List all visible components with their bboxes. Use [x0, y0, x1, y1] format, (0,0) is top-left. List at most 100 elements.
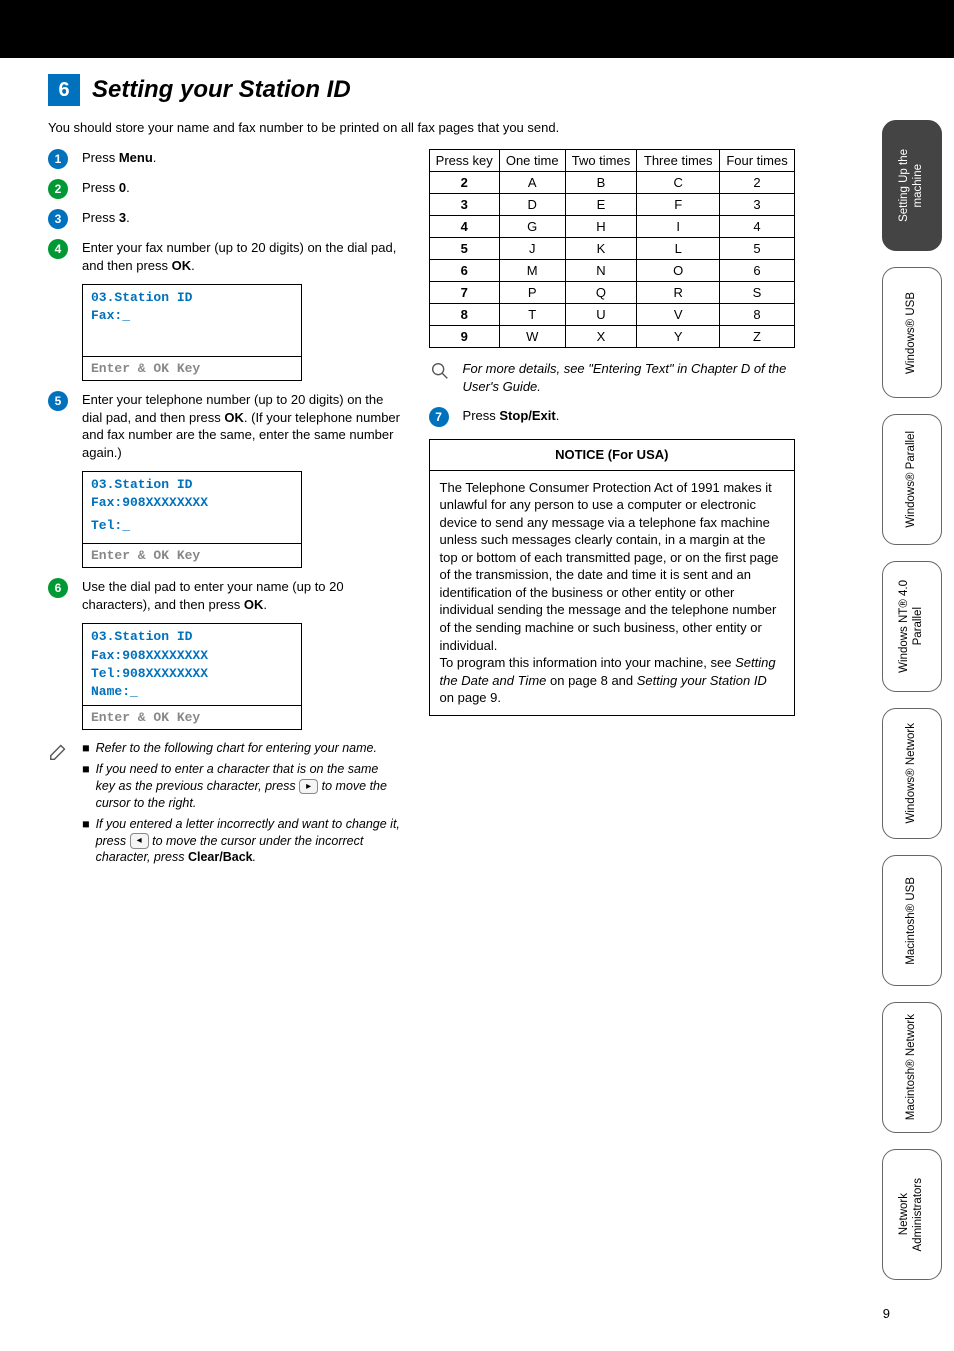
page-number: 9 [883, 1306, 890, 1321]
lcd-line: Tel:_ [91, 517, 293, 535]
table-row: 8TUV8 [429, 304, 794, 326]
step-bullet: 1 [48, 149, 68, 169]
table-cell: 8 [429, 304, 499, 326]
table-cell: H [565, 216, 637, 238]
intro-text: You should store your name and fax numbe… [48, 120, 795, 135]
notice-paragraph: To program this information into your ma… [440, 654, 784, 707]
step-text: Press [82, 150, 119, 165]
table-row: 6MNO6 [429, 260, 794, 282]
table-row: 2ABC2 [429, 172, 794, 194]
lcd-line: Name:_ [91, 683, 293, 701]
details-note: For more details, see "Entering Text" in… [429, 360, 795, 395]
table-header: Four times [720, 150, 795, 172]
table-cell: M [499, 260, 565, 282]
table-cell: B [565, 172, 637, 194]
key-3: 3 [119, 210, 126, 225]
table-header: Three times [637, 150, 720, 172]
lcd-line: Fax:908XXXXXXXX [91, 647, 293, 665]
lcd-line: Fax:908XXXXXXXX [91, 494, 293, 512]
step-text: . [191, 258, 195, 273]
tab-windows-usb[interactable]: Windows® USB [882, 267, 942, 398]
step-3: 3 Press 3. [48, 209, 401, 229]
tab-windows-nt-parallel[interactable]: Windows NT® 4.0 Parallel [882, 561, 942, 692]
table-cell: 5 [720, 238, 795, 260]
tab-macintosh-usb[interactable]: Macintosh® USB [882, 855, 942, 986]
lcd-line: 03.Station ID [91, 289, 293, 307]
stop-exit-key: Stop/Exit [499, 408, 555, 423]
table-cell: C [637, 172, 720, 194]
step-text: Enter your fax number (up to 20 digits) … [82, 240, 396, 273]
table-cell: 3 [720, 194, 795, 216]
step-text: . [153, 150, 157, 165]
table-cell: A [499, 172, 565, 194]
table-row: 7PQRS [429, 282, 794, 304]
step-bullet: 6 [48, 578, 68, 598]
table-row: 3DEF3 [429, 194, 794, 216]
step-text: Use the dial pad to enter your name (up … [82, 579, 344, 612]
table-header: One time [499, 150, 565, 172]
table-cell: X [565, 326, 637, 348]
step-text: Press [463, 408, 500, 423]
details-text: For more details, see "Entering Text" in… [463, 360, 795, 395]
table-row: 5JKL5 [429, 238, 794, 260]
step-text: . [556, 408, 560, 423]
step-bullet: 7 [429, 407, 449, 427]
step-1: 1 Press Menu. [48, 149, 401, 169]
table-cell: 3 [429, 194, 499, 216]
tab-windows-network[interactable]: Windows® Network [882, 708, 942, 839]
table-cell: W [499, 326, 565, 348]
table-cell: L [637, 238, 720, 260]
table-header: Two times [565, 150, 637, 172]
table-cell: 4 [429, 216, 499, 238]
table-row: 9WXYZ [429, 326, 794, 348]
lcd-display-1: 03.Station ID Fax:_ Enter & OK Key [82, 284, 302, 381]
lcd-prompt: Enter & OK Key [83, 706, 301, 729]
step-bullet: 2 [48, 179, 68, 199]
ok-key: OK [172, 258, 192, 273]
side-tabs: Setting Up the machine Windows® USB Wind… [882, 120, 942, 1280]
table-cell: I [637, 216, 720, 238]
note-text: . [253, 850, 256, 864]
table-cell: 7 [429, 282, 499, 304]
table-cell: S [720, 282, 795, 304]
step-7: 7 Press Stop/Exit. [429, 407, 795, 427]
table-cell: Z [720, 326, 795, 348]
tab-macintosh-network[interactable]: Macintosh® Network [882, 1002, 942, 1133]
step-text: . [126, 210, 130, 225]
lcd-prompt: Enter & OK Key [83, 544, 301, 567]
note-block: ■Refer to the following chart for enteri… [48, 740, 401, 870]
step-text: . [263, 597, 267, 612]
step-bullet: 3 [48, 209, 68, 229]
step-text: . [126, 180, 130, 195]
right-arrow-key-icon: ▸ [299, 779, 318, 795]
table-cell: K [565, 238, 637, 260]
ok-key: OK [244, 597, 264, 612]
step-2: 2 Press 0. [48, 179, 401, 199]
step-bullet: 4 [48, 239, 68, 259]
table-cell: P [499, 282, 565, 304]
table-cell: 6 [429, 260, 499, 282]
table-cell: 4 [720, 216, 795, 238]
table-cell: 2 [429, 172, 499, 194]
table-cell: F [637, 194, 720, 216]
table-cell: 6 [720, 260, 795, 282]
tab-windows-parallel[interactable]: Windows® Parallel [882, 414, 942, 545]
step-5: 5 Enter your telephone number (up to 20 … [48, 391, 401, 461]
step-bullet: 5 [48, 391, 68, 411]
tab-setting-up[interactable]: Setting Up the machine [882, 120, 942, 251]
notice-box: NOTICE (For USA) The Telephone Consumer … [429, 439, 795, 716]
table-cell: 5 [429, 238, 499, 260]
section-number: 6 [48, 74, 80, 106]
table-header: Press key [429, 150, 499, 172]
table-cell: 8 [720, 304, 795, 326]
table-cell: N [565, 260, 637, 282]
lcd-line: 03.Station ID [91, 476, 293, 494]
table-cell: E [565, 194, 637, 216]
character-entry-table: Press keyOne timeTwo timesThree timesFou… [429, 149, 795, 348]
note-text: Refer to the following chart for enterin… [96, 740, 377, 757]
notice-paragraph: The Telephone Consumer Protection Act of… [440, 479, 784, 654]
step-4: 4 Enter your fax number (up to 20 digits… [48, 239, 401, 274]
tab-network-admins[interactable]: Network Administrators [882, 1149, 942, 1280]
lcd-display-3: 03.Station ID Fax:908XXXXXXXX Tel:908XXX… [82, 623, 302, 730]
table-cell: O [637, 260, 720, 282]
